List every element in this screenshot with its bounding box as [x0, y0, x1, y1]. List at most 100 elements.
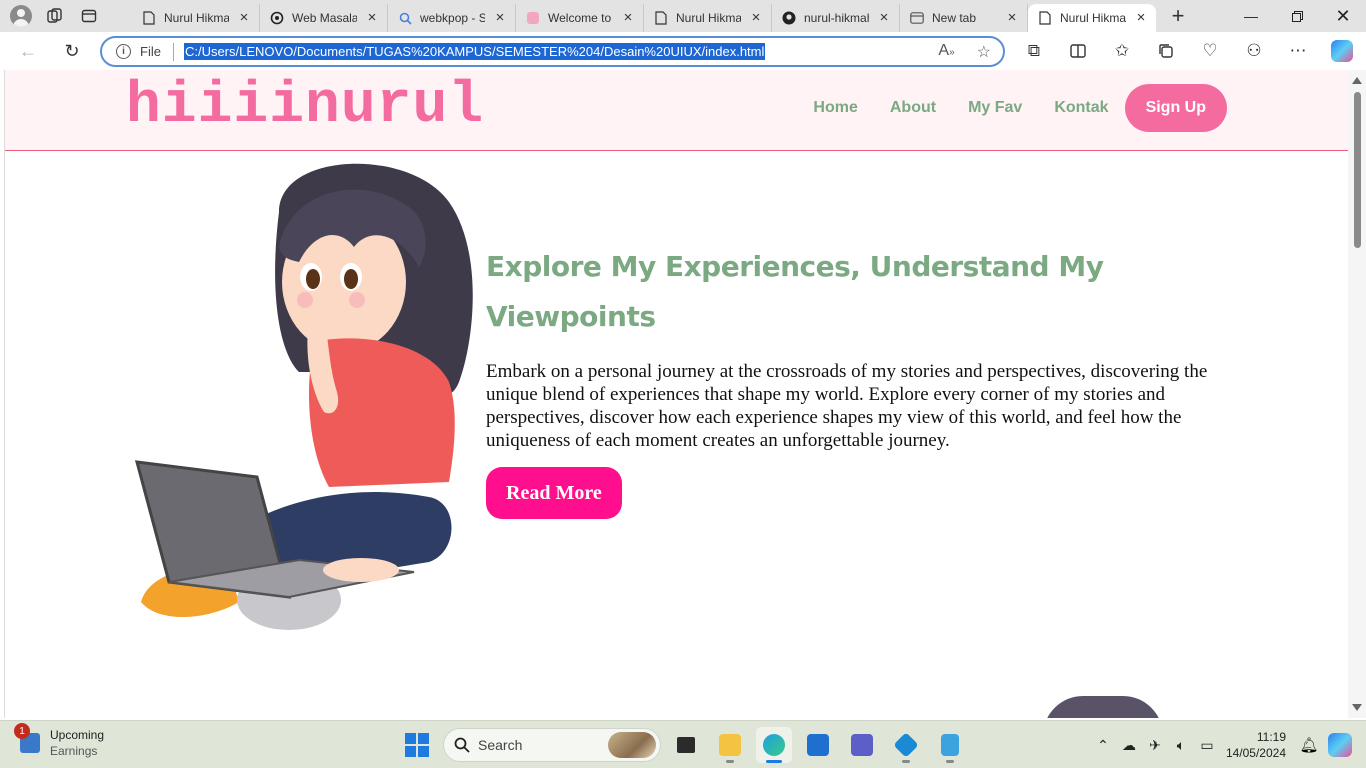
page-icon [142, 11, 156, 25]
close-icon[interactable]: × [749, 10, 763, 25]
nav-home-link[interactable]: Home [813, 99, 857, 117]
close-icon[interactable]: × [621, 10, 635, 25]
tab-actions-button[interactable] [74, 3, 104, 29]
favorites-button[interactable]: ✩ [1104, 36, 1140, 66]
tab-title: webkpop - Search [420, 11, 485, 25]
favorites-icon: ✩ [1114, 41, 1130, 60]
tab-welcome[interactable]: Welcome to × [516, 4, 644, 32]
site-nav: Home About My Fav Kontak Sign Up [781, 84, 1227, 132]
tab-webkpop-search[interactable]: webkpop - Search × [388, 4, 516, 32]
close-icon: ✕ [1335, 5, 1351, 26]
task-view-icon [677, 737, 695, 753]
notepad-icon [941, 734, 959, 756]
tab-title: Nurul Hikmah [164, 11, 229, 25]
newtab-icon [910, 11, 924, 25]
tab-title: Nurul Hikmah [676, 11, 741, 25]
settings-menu-button[interactable]: ⋯ [1280, 36, 1316, 66]
copilot-button[interactable] [1324, 36, 1360, 66]
tab-actions-icon [81, 9, 97, 23]
search-highlight-image [608, 732, 656, 758]
tab-nurul-hikmah-2[interactable]: Nurul Hikmah × [644, 4, 772, 32]
openai-icon [270, 11, 284, 25]
tab-title: Web Masalah [292, 11, 357, 25]
tab-title: nurul-hikmah [804, 11, 869, 25]
page-scrollbar[interactable] [1348, 70, 1366, 718]
battery-icon[interactable]: ▭ [1194, 737, 1220, 754]
tab-new-tab[interactable]: New tab × [900, 4, 1028, 32]
app-icon [526, 11, 540, 25]
new-tab-button[interactable]: + [1162, 2, 1194, 30]
notepad-button[interactable] [932, 727, 968, 763]
task-view-button[interactable] [668, 727, 704, 763]
tab-title: Nurul Hikmah [1060, 11, 1126, 25]
site-logo[interactable]: hiiiinurul [126, 74, 484, 139]
tab-nurul-hikmah-1[interactable]: Nurul Hikmah × [132, 4, 260, 32]
collections-icon [1159, 44, 1173, 58]
onedrive-icon[interactable]: ☁ [1116, 737, 1142, 754]
tab-title: Welcome to [548, 11, 612, 25]
scroll-down-arrow-icon[interactable] [1352, 704, 1362, 711]
tab-title: New tab [932, 11, 977, 25]
collections-button[interactable] [1148, 36, 1184, 66]
read-aloud-icon[interactable]: A» [938, 42, 954, 62]
file-explorer-button[interactable] [712, 727, 748, 763]
next-section-illustration [1043, 696, 1163, 718]
sign-up-button[interactable]: Sign Up [1124, 84, 1227, 132]
info-icon[interactable]: i [116, 44, 131, 59]
browser-toolbar: ← ↻ i File C:/Users/LENOVO/Documents/TUG… [0, 32, 1366, 70]
back-button[interactable]: ← [10, 36, 46, 66]
taskbar-search[interactable]: Search [443, 728, 661, 762]
scrollbar-thumb[interactable] [1354, 92, 1361, 248]
extensions-button[interactable]: ⧉ [1016, 36, 1052, 66]
close-icon[interactable]: × [1005, 10, 1019, 25]
search-icon [454, 737, 470, 753]
chevron-up-icon[interactable]: ⌃ [1090, 737, 1116, 754]
teams-button[interactable] [844, 727, 880, 763]
address-bar[interactable]: i File C:/Users/LENOVO/Documents/TUGAS%2… [100, 36, 1005, 67]
close-window-button[interactable]: ✕ [1320, 0, 1366, 32]
close-icon[interactable]: × [365, 10, 379, 25]
close-icon[interactable]: × [237, 10, 251, 25]
plus-icon: + [1171, 3, 1185, 28]
copilot-icon [1331, 40, 1353, 62]
read-more-button[interactable]: Read More [486, 467, 622, 519]
airplane-mode-icon[interactable]: ✈ [1142, 737, 1168, 754]
profile-button[interactable] [6, 3, 36, 29]
folder-icon [719, 734, 741, 756]
start-button[interactable] [405, 733, 429, 757]
hero-title: Explore My Experiences, Understand My Vi… [486, 250, 1104, 333]
nav-fav-link[interactable]: My Fav [968, 99, 1022, 117]
close-icon[interactable]: × [1134, 10, 1148, 25]
store-button[interactable] [800, 727, 836, 763]
favorite-star-icon[interactable]: ☆ [977, 42, 991, 62]
share-button[interactable]: ⚇ [1236, 36, 1272, 66]
puzzle-icon: ⧉ [1027, 41, 1041, 60]
tab-web-masalah[interactable]: Web Masalah × [260, 4, 388, 32]
browser-essentials-button[interactable]: ♡ [1192, 36, 1228, 66]
refresh-button[interactable]: ↻ [54, 36, 90, 66]
nav-about-link[interactable]: About [890, 99, 936, 117]
clock[interactable]: 11:19 14/05/2024 [1226, 729, 1286, 761]
clock-date: 14/05/2024 [1225, 746, 1286, 760]
browser-tab-strip: Nurul Hikmah × Web Masalah × webkpop - S… [0, 0, 1366, 32]
scroll-up-arrow-icon[interactable] [1352, 77, 1362, 84]
notifications-bell-icon[interactable]: 🔔︎ [1296, 736, 1322, 754]
widgets-button[interactable]: 1 Upcoming Earnings [14, 723, 104, 759]
nav-contact-link[interactable]: Kontak [1054, 99, 1108, 117]
close-icon[interactable]: × [493, 10, 507, 25]
tab-nurul-hikmah-active[interactable]: Nurul Hikmah × [1028, 4, 1156, 32]
copilot-taskbar-icon[interactable] [1328, 733, 1352, 757]
workspaces-button[interactable] [40, 3, 70, 29]
edge-button[interactable] [756, 727, 792, 763]
split-screen-button[interactable] [1060, 36, 1096, 66]
tab-github[interactable]: nurul-hikmah × [772, 4, 900, 32]
close-icon[interactable]: × [877, 10, 891, 25]
minimize-button[interactable]: — [1228, 0, 1274, 32]
hero-description: Embark on a personal journey at the cros… [486, 361, 1208, 451]
volume-icon[interactable]: 🔈︎ [1168, 737, 1194, 754]
restore-button[interactable] [1274, 0, 1320, 32]
vscode-button[interactable] [888, 727, 924, 763]
url-text[interactable]: C:/Users/LENOVO/Documents/TUGAS%20KAMPUS… [183, 43, 766, 60]
heartbeat-icon: ♡ [1202, 41, 1218, 60]
pinned-apps [668, 727, 968, 763]
